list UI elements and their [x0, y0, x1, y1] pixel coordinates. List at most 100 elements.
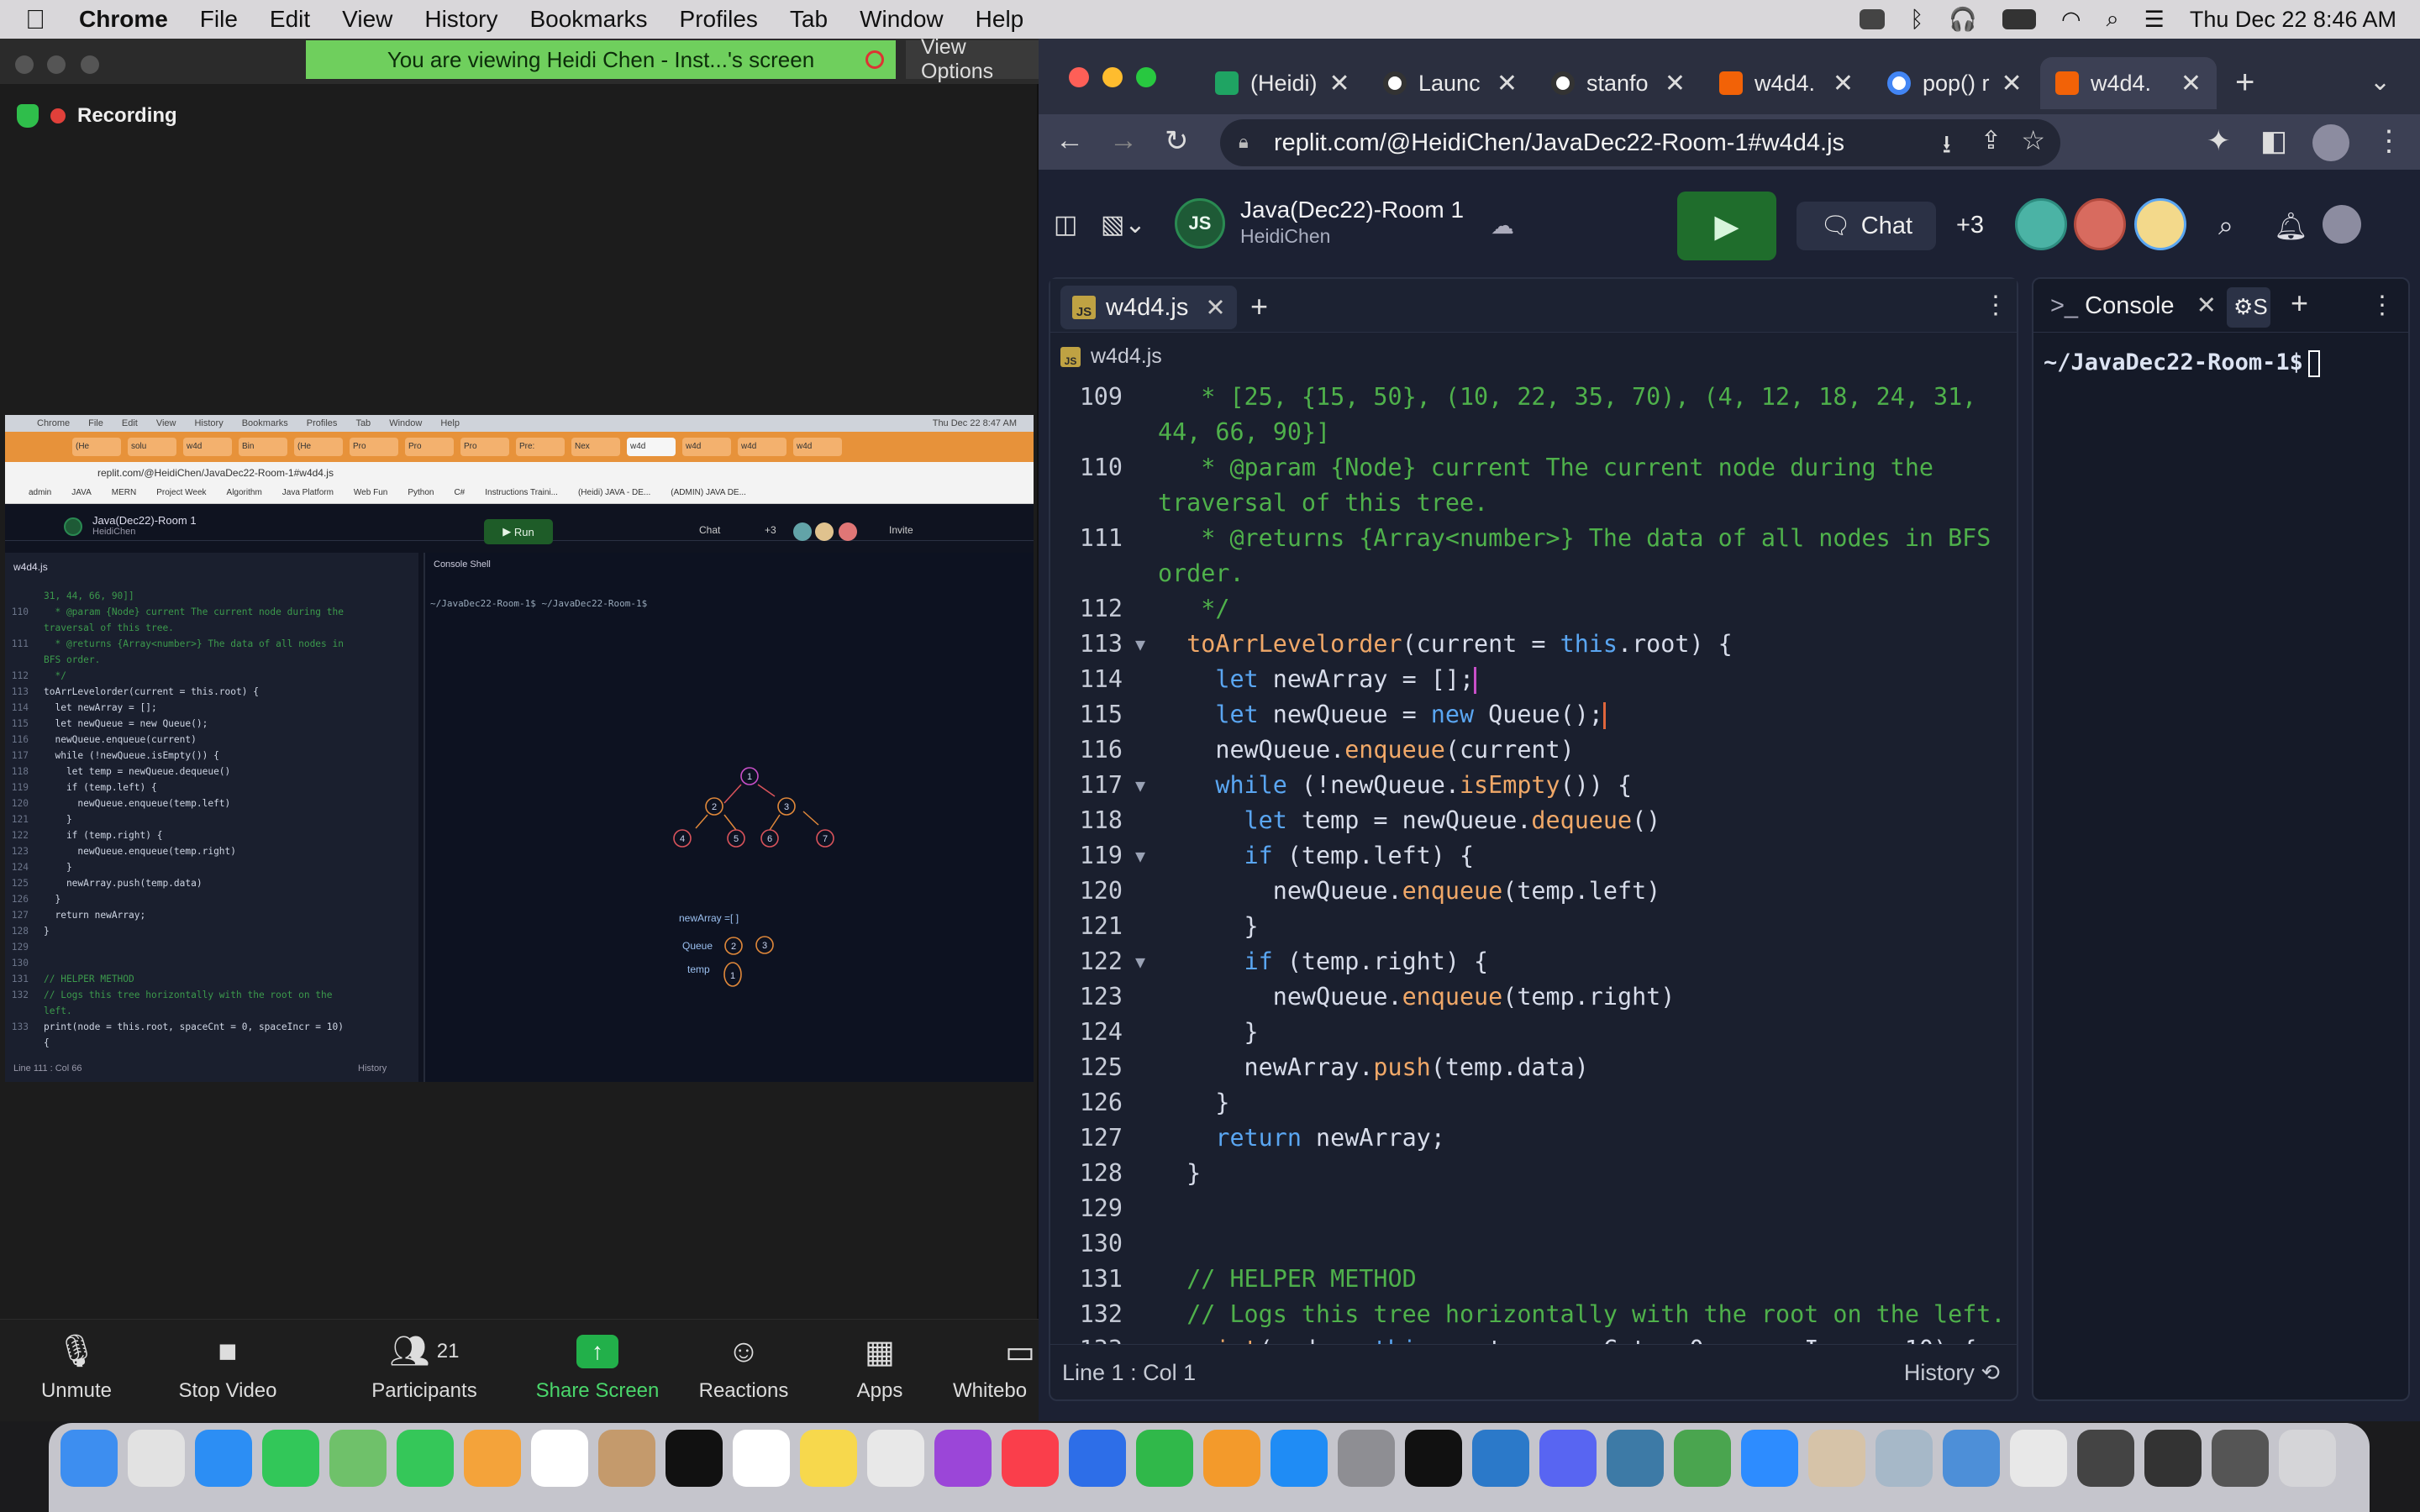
code-line[interactable]: 120 newQueue.enqueue(temp.left) — [1050, 874, 2017, 909]
menu-item[interactable]: History — [424, 6, 497, 33]
news-icon[interactable] — [1002, 1430, 1059, 1487]
menubar-datetime[interactable]: Thu Dec 22 8:46 AM — [2190, 7, 2396, 33]
code-line[interactable]: 116 newQueue.enqueue(current) — [1050, 732, 2017, 768]
browser-tab[interactable]: (Heidi) ✕ — [1200, 57, 1365, 109]
bluetooth-icon[interactable]: ᛒ — [1910, 7, 1923, 33]
trash-icon[interactable] — [2279, 1430, 2336, 1487]
photos-icon[interactable] — [464, 1430, 521, 1487]
collaborator-avatar[interactable] — [2015, 198, 2067, 250]
code-line[interactable]: 110 * @param {Node} current The current … — [1050, 450, 2017, 486]
collaborator-avatar[interactable] — [2134, 198, 2186, 250]
fold-toggle-icon[interactable]: ▼ — [1123, 768, 1158, 803]
extensions-icon[interactable]: ✦ — [2207, 124, 2231, 158]
chess-icon[interactable] — [1808, 1430, 1865, 1487]
console-tab[interactable]: >_ Console ✕ — [2050, 291, 2217, 320]
search-icon[interactable]: ⌕ — [2218, 210, 2233, 242]
maps-icon[interactable] — [329, 1430, 387, 1487]
messages-icon[interactable] — [262, 1430, 319, 1487]
menu-item[interactable]: Edit — [270, 6, 310, 33]
side-panel-icon[interactable]: ◧ — [2260, 124, 2287, 158]
folder-icon[interactable] — [1943, 1430, 2000, 1487]
wifi-icon[interactable]: ◠ — [2061, 7, 2081, 33]
code-line[interactable]: 128 } — [1050, 1156, 2017, 1191]
safari-icon[interactable] — [195, 1430, 252, 1487]
code-line[interactable]: 109 * [25, {15, 50}, (10, 22, 35, 70), (… — [1050, 380, 2017, 415]
spotlight-search-icon[interactable]: ⌕ — [2107, 6, 2119, 33]
screenshot-icon[interactable] — [2077, 1430, 2134, 1487]
chrome-minimize-button[interactable] — [1102, 67, 1123, 87]
preview-icon[interactable] — [1876, 1430, 1933, 1487]
airpods-icon[interactable]: 🎧 — [1949, 6, 1977, 33]
code-line[interactable]: 117 ▼ while (!newQueue.isEmpty()) { — [1050, 768, 2017, 803]
console-more-icon[interactable]: ⋮ — [2370, 291, 2395, 320]
share-screen-button[interactable]: ↑ Share Screen — [534, 1331, 660, 1403]
collaborators-count[interactable]: +3 — [1956, 212, 1984, 239]
launchpad-icon[interactable] — [128, 1430, 185, 1487]
participants-button[interactable]: 👥︎ 21 Participants — [361, 1331, 487, 1403]
add-console-tab-icon[interactable]: + — [2291, 286, 2308, 321]
sidebar-toggle-icon[interactable]: ◫ — [1054, 210, 1077, 239]
code-line[interactable]: 118 let temp = newQueue.dequeue() — [1050, 803, 2017, 838]
control-center-icon[interactable]: ☰ — [2144, 7, 2165, 33]
browser-tab[interactable]: stanfo ✕ — [1536, 57, 1701, 109]
code-line[interactable]: 125 newArray.push(temp.data) — [1050, 1050, 2017, 1085]
code-line[interactable]: 131 // HELPER METHOD — [1050, 1262, 2017, 1297]
terminal-icon[interactable] — [1405, 1430, 1462, 1487]
zoom-minimize-button[interactable] — [47, 55, 66, 74]
reload-icon[interactable]: ↻ — [1165, 124, 1189, 158]
apps-button[interactable]: ▦ Apps — [817, 1331, 943, 1403]
code-line[interactable]: 129 — [1050, 1191, 2017, 1226]
code-line[interactable]: 122 ▼ if (temp.right) { — [1050, 944, 2017, 979]
notes-doc-icon[interactable] — [2010, 1430, 2067, 1487]
podcasts-icon[interactable] — [934, 1430, 992, 1487]
stop-video-button[interactable]: ■ Stop Video — [165, 1331, 291, 1403]
close-tab-icon[interactable]: ✕ — [2002, 69, 2023, 98]
screenshot2-icon[interactable] — [2144, 1430, 2202, 1487]
close-console-icon[interactable]: ✕ — [2196, 292, 2217, 319]
menu-item[interactable]: Window — [860, 6, 944, 33]
code-line[interactable]: 44, 66, 90}] — [1050, 415, 2017, 450]
fold-toggle-icon[interactable]: ▼ — [1123, 627, 1158, 662]
repl-title[interactable]: Java(Dec22)-Room 1 — [1240, 197, 1464, 223]
browser-tab[interactable]: w4d4. ✕ — [2040, 57, 2217, 109]
new-tab-icon[interactable]: + — [2235, 64, 2254, 102]
finder-icon[interactable] — [60, 1430, 118, 1487]
reactions-button[interactable]: ☺ Reactions — [681, 1331, 807, 1403]
code-line[interactable]: 112 */ — [1050, 591, 2017, 627]
code-line[interactable]: 126 } — [1050, 1085, 2017, 1121]
chrome-close-button[interactable] — [1069, 67, 1089, 87]
tab-search-icon[interactable]: ⌄ — [2370, 67, 2391, 97]
vscode-icon[interactable] — [1472, 1430, 1529, 1487]
code-line[interactable]: 130 — [1050, 1226, 2017, 1262]
screenshot3-icon[interactable] — [2212, 1430, 2269, 1487]
whiteboard-button[interactable]: ▭ Whitebo — [953, 1331, 1039, 1403]
user-avatar[interactable] — [2323, 205, 2361, 244]
chrome-profile-avatar[interactable] — [2312, 124, 2349, 161]
breadcrumb-file[interactable]: w4d4.js — [1091, 344, 1162, 369]
code-line[interactable]: 127 return newArray; — [1050, 1121, 2017, 1156]
add-tab-icon[interactable]: + — [1250, 289, 1268, 324]
menu-item[interactable]: View — [342, 6, 392, 33]
code-editor[interactable]: 109 * [25, {15, 50}, (10, 22, 35, 70), (… — [1050, 380, 2017, 1344]
menu-item[interactable]: Profiles — [680, 6, 758, 33]
code-line[interactable]: 133 print(node = this.root, spaceCnt = 0… — [1050, 1332, 2017, 1344]
code-line[interactable]: 111 * @returns {Array<number>} The data … — [1050, 521, 2017, 556]
code-line[interactable]: 119 ▼ if (temp.left) { — [1050, 838, 2017, 874]
app-store-icon[interactable] — [1270, 1430, 1328, 1487]
browser-tab[interactable]: w4d4. ✕ — [1704, 57, 1869, 109]
mysql-workbench-icon[interactable] — [1607, 1430, 1664, 1487]
discord-icon[interactable] — [1539, 1430, 1597, 1487]
back-icon[interactable]: ← — [1055, 124, 1084, 157]
zoom-close-button[interactable] — [15, 55, 34, 74]
reminders-icon[interactable] — [733, 1430, 790, 1487]
zoom-status-icon[interactable] — [1860, 9, 1886, 29]
close-tab-icon[interactable]: ✕ — [1833, 69, 1854, 98]
editor-file-tab[interactable]: JS w4d4.js ✕ — [1060, 286, 1237, 329]
console-prompt[interactable]: ~/JavaDec22-Room-1$ — [2044, 349, 2320, 377]
browser-tab[interactable]: pop() r ✕ — [1872, 57, 2037, 109]
code-line[interactable]: 113 ▼ toArrLevelorder(current = this.root… — [1050, 627, 2017, 662]
zoom-icon[interactable] — [1741, 1430, 1798, 1487]
pages-icon[interactable] — [1203, 1430, 1260, 1487]
fold-toggle-icon[interactable]: ▼ — [1123, 838, 1158, 874]
chrome-icon[interactable] — [867, 1430, 924, 1487]
